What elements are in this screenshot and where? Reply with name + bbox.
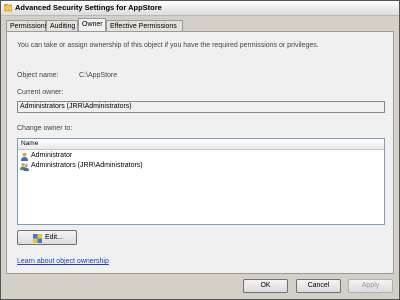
cancel-button[interactable]: Cancel: [296, 279, 341, 293]
security-settings-window: Advanced Security Settings for AppStore …: [0, 0, 400, 300]
list-column-header[interactable]: Name: [18, 139, 384, 150]
change-owner-label: Change owner to:: [17, 125, 73, 132]
tab-owner[interactable]: Owner: [78, 18, 106, 31]
tab-auditing[interactable]: Auditing: [46, 20, 78, 31]
apply-button[interactable]: Apply: [348, 279, 393, 293]
current-owner-field[interactable]: Administrators (JRR\Administrators): [17, 101, 385, 113]
title-bar[interactable]: Advanced Security Settings for AppStore: [1, 1, 399, 16]
window-title: Advanced Security Settings for AppStore: [15, 3, 162, 12]
change-owner-list[interactable]: Name Administrator Administrators (JRR\A…: [17, 138, 385, 225]
name-column-label: Name: [21, 140, 39, 147]
group-icon: [20, 162, 29, 171]
object-name-label: Object name:: [17, 72, 59, 79]
owner-panel: You can take or assign ownership of this…: [6, 31, 394, 274]
tab-permissions[interactable]: Permissions: [6, 20, 48, 31]
tab-effective-permissions[interactable]: Effective Permissions: [106, 20, 183, 31]
list-item-label: Administrator: [31, 152, 73, 159]
edit-button-label: Edit...: [45, 234, 63, 241]
list-item-label: Administrators (JRR\Administrators): [31, 162, 143, 169]
shield-icon: [33, 234, 42, 243]
object-name-value: C:\AppStore: [79, 72, 118, 79]
user-icon: [21, 152, 28, 161]
folder-icon: [4, 4, 12, 12]
current-owner-label: Current owner:: [17, 89, 64, 96]
current-owner-value: Administrators (JRR\Administrators): [20, 103, 132, 110]
learn-ownership-link[interactable]: Learn about object ownership: [17, 258, 109, 265]
ok-button[interactable]: OK: [243, 279, 288, 293]
edit-button[interactable]: Edit...: [17, 230, 77, 245]
intro-text: You can take or assign ownership of this…: [17, 42, 319, 49]
